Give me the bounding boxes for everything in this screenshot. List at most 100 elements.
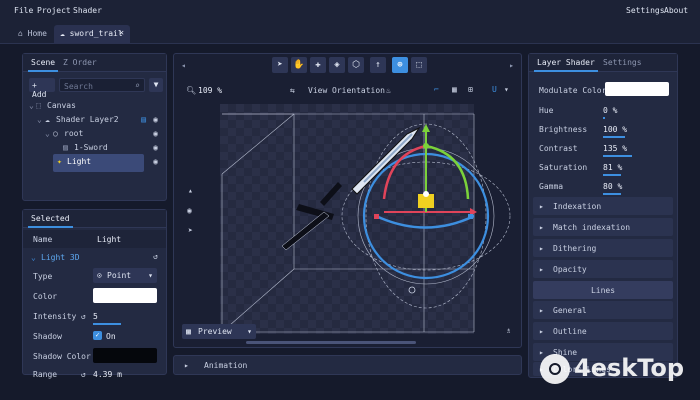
checker-icon: ▩ — [186, 327, 191, 336]
chevron-right-icon: ▸ — [539, 348, 544, 357]
range-label: Range — [33, 370, 58, 379]
shader-prop-label: Saturation — [539, 163, 588, 172]
menu-project[interactable]: Project — [37, 6, 71, 15]
shader-prop-label: Brightness — [539, 125, 588, 134]
scene-search-input[interactable]: Search ⌕ — [59, 78, 145, 92]
eye-icon[interactable]: ◉ — [153, 129, 158, 138]
section-opacity[interactable]: ▸ Opacity — [533, 260, 673, 278]
gizmo-overlay — [221, 113, 511, 333]
viewport-scrollbar[interactable] — [246, 341, 416, 344]
range-value[interactable]: 4.39 m — [93, 370, 122, 379]
section-label: General — [553, 306, 587, 315]
color-row: Color — [23, 286, 166, 306]
tab-scene[interactable]: Scene — [27, 58, 59, 72]
animation-label: Animation — [204, 361, 248, 370]
shadow-color-label: Shadow Color — [33, 352, 91, 361]
watermark-text: 4eskTop — [574, 354, 685, 382]
section-indexation[interactable]: ▸ Indexation — [533, 197, 673, 215]
tab-home[interactable]: ⌂ Home — [12, 25, 53, 44]
add-node-button[interactable]: + Add — [29, 78, 55, 99]
tab-layer-shader[interactable]: Layer Shader — [534, 58, 598, 72]
search-icon: ⌕ — [135, 81, 140, 90]
right-panel-header: Layer Shader Settings — [529, 54, 677, 72]
menu-about[interactable]: About — [664, 6, 688, 15]
tab-z-order[interactable]: Z Order — [63, 58, 97, 67]
chevron-right-icon: ▸ — [539, 327, 544, 336]
scene-panel: Scene Z Order + Add Search ⌕ ▼ ⌄ ⬚ Canva… — [22, 53, 167, 201]
gizmo-node — [374, 214, 379, 219]
shader-prop-value[interactable]: 100 % — [603, 125, 627, 134]
light-bulb-marker — [408, 286, 416, 294]
section-label: Indexation — [553, 202, 602, 211]
light3d-section-header[interactable]: ⌄ Light 3D ↺ — [23, 250, 166, 266]
menu-settings[interactable]: Settings — [626, 6, 665, 15]
section-label: Dithering — [553, 244, 597, 253]
menu-file[interactable]: File — [14, 6, 33, 15]
shader-prop-value[interactable]: 135 % — [603, 144, 627, 153]
shader-prop-row: Saturation 81 % — [529, 157, 677, 177]
tree-item-label: Shader Layer2 — [56, 115, 119, 124]
intensity-slider[interactable] — [93, 323, 121, 325]
tab-doc-label: sword_trail — [69, 29, 123, 38]
tab-sword-trail[interactable]: ☁ sword_trail ✕ — [54, 25, 130, 44]
filter-icon[interactable]: ▼ — [149, 78, 163, 92]
eye-icon[interactable]: ◉ — [153, 115, 158, 124]
selected-panel-header: Selected — [23, 210, 166, 228]
section-title: Light 3D — [41, 253, 80, 262]
preview-dropdown[interactable]: ▩ Preview ▾ — [182, 324, 256, 339]
section-dithering[interactable]: ▸ Dithering — [533, 239, 673, 257]
lines-group-header: Lines — [533, 281, 673, 299]
section-label: Outline — [553, 327, 587, 336]
shader-prop-value[interactable]: 80 % — [603, 182, 622, 191]
shader-prop-value[interactable]: 81 % — [603, 163, 622, 172]
search-placeholder: Search — [64, 82, 93, 91]
shader-prop-label: Contrast — [539, 144, 578, 153]
section-outline[interactable]: ▸ Outline — [533, 322, 673, 340]
modulate-label: Modulate Color — [539, 86, 607, 95]
reset-icon[interactable]: ↺ — [153, 252, 158, 261]
shadow-color-row: Shadow Color — [23, 346, 166, 366]
name-value[interactable]: Light — [97, 235, 121, 244]
chevron-down-icon: ⌄ — [45, 129, 50, 138]
shader-prop-row: Hue 0 % — [529, 100, 677, 120]
chevron-down-icon: ⌄ — [29, 101, 34, 110]
script-icon[interactable]: ▤ — [141, 115, 146, 124]
section-label: Match indexation — [553, 223, 631, 232]
node-icon: ○ — [53, 129, 58, 138]
menu-shader[interactable]: Shader — [73, 6, 102, 15]
camera-light-icon[interactable]: ♗ — [506, 326, 511, 335]
tab-settings[interactable]: Settings — [603, 58, 642, 67]
eye-icon[interactable]: ◉ — [153, 157, 158, 166]
shader-prop-row: Brightness 100 % — [529, 119, 677, 139]
section-label: Opacity — [553, 265, 587, 274]
animation-bar[interactable]: ▸ Animation — [173, 355, 522, 375]
eye-icon[interactable]: ◉ — [153, 143, 158, 152]
tab-selected[interactable]: Selected — [28, 214, 73, 228]
section-general[interactable]: ▸ General — [533, 301, 673, 319]
reset-icon[interactable]: ↺ — [81, 370, 86, 379]
intensity-value[interactable]: 5 — [93, 312, 98, 321]
viewport-panel: ◂ ▸ ➤ ✋ ✚ ◈ ⬡ ↑ ⊕ ⬚ 🔍︎ 109 % ⇆ View Orie… — [173, 53, 522, 348]
chevron-down-icon: ▾ — [247, 327, 252, 336]
sword-handle — [281, 211, 330, 251]
shader-prop-slider[interactable] — [603, 193, 621, 195]
sword-guard — [320, 182, 342, 206]
range-row: Range ↺ 4.39 m — [23, 364, 166, 384]
shader-layer-icon: ☁ — [45, 115, 50, 124]
chevron-right-icon: ▸ — [539, 223, 544, 232]
color-swatch[interactable] — [93, 288, 157, 303]
tree-item-light[interactable]: ✦ Light — [53, 154, 144, 172]
section-match-indexation[interactable]: ▸ Match indexation — [533, 218, 673, 236]
shader-prop-value[interactable]: 0 % — [603, 106, 617, 115]
shadow-checkbox[interactable]: ✓ — [93, 331, 102, 340]
reset-icon[interactable]: ↺ — [81, 312, 86, 321]
shadow-color-swatch[interactable] — [93, 348, 157, 363]
shader-prop-row: Gamma 80 % — [529, 176, 677, 196]
type-value: Point — [107, 271, 132, 280]
modulate-color-swatch[interactable] — [605, 82, 669, 96]
color-label: Color — [33, 292, 58, 301]
shader-icon: ☁ — [60, 29, 65, 38]
type-dropdown[interactable]: ⊙ Point ▾ — [93, 268, 157, 283]
close-tab-icon[interactable]: ✕ — [119, 28, 124, 37]
watermark-logo-inner — [549, 363, 561, 375]
